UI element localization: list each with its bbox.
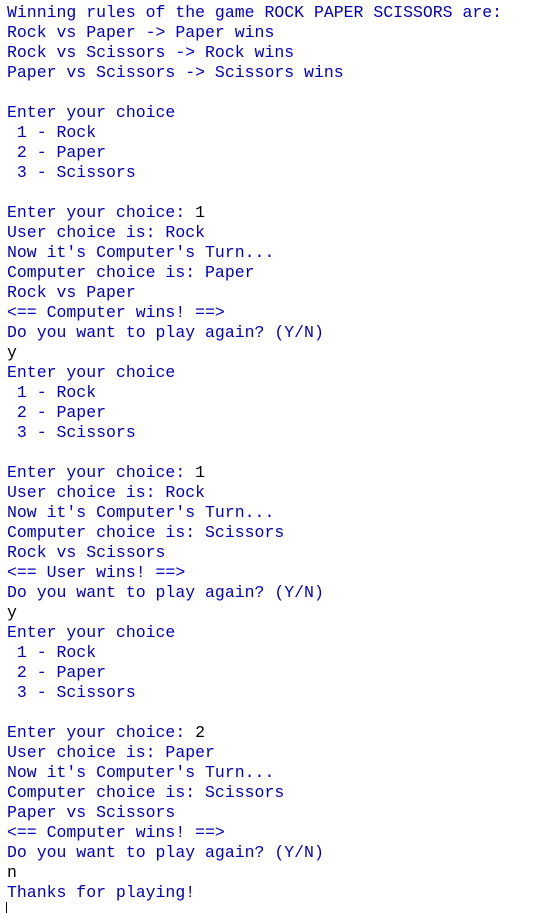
- console-line: Computer choice is: Scissors: [7, 783, 285, 802]
- console-line: Do you want to play again? (Y/N): [7, 323, 324, 342]
- console-line: <== Computer wins! ==>: [7, 823, 225, 842]
- console-line: Now it's Computer's Turn...: [7, 763, 275, 782]
- prompt-text: Enter your choice:: [7, 723, 196, 742]
- console-line: 3 - Scissors: [7, 423, 136, 442]
- console-line: User choice is: Paper: [7, 743, 215, 762]
- console-line: 3 - Scissors: [7, 163, 136, 182]
- console-line: Rock vs Scissors -> Rock wins: [7, 43, 295, 62]
- console-line: Enter your choice: 2: [7, 723, 554, 743]
- console-line: 1 - Rock: [7, 383, 97, 402]
- console-line: 2 - Paper: [7, 663, 107, 682]
- console-line: Enter your choice: 1: [7, 463, 554, 483]
- console-line: Rock vs Paper: [7, 283, 136, 302]
- console-line: Now it's Computer's Turn...: [7, 243, 275, 262]
- console-line: Paper vs Scissors: [7, 803, 176, 822]
- user-input-line: n: [7, 863, 17, 882]
- prompt-text: Enter your choice:: [7, 203, 196, 222]
- console-line: <== Computer wins! ==>: [7, 303, 225, 322]
- console-line: Paper vs Scissors -> Scissors wins: [7, 63, 344, 82]
- user-input-line: y: [7, 603, 17, 622]
- console-line: Enter your choice: [7, 623, 176, 642]
- console-line: 1 - Rock: [7, 123, 97, 142]
- console-line: 1 - Rock: [7, 643, 97, 662]
- user-input-line: y: [7, 343, 17, 362]
- console-line: Rock vs Scissors: [7, 543, 166, 562]
- console-line: Enter your choice: 1: [7, 203, 554, 223]
- user-input-text: 2: [195, 723, 206, 742]
- console-line: Thanks for playing!: [7, 883, 196, 902]
- console-line: Now it's Computer's Turn...: [7, 503, 275, 522]
- console-line: User choice is: Rock: [7, 223, 206, 242]
- text-cursor: [6, 902, 7, 913]
- console-line: Do you want to play again? (Y/N): [7, 583, 324, 602]
- console-line: <== User wins! ==>: [7, 563, 186, 582]
- console-line: Winning rules of the game ROCK PAPER SCI…: [7, 3, 503, 22]
- user-input-text: 1: [195, 463, 206, 482]
- console-line: Do you want to play again? (Y/N): [7, 843, 324, 862]
- console-line: Computer choice is: Paper: [7, 263, 255, 282]
- console-line: 3 - Scissors: [7, 683, 136, 702]
- console-line: Rock vs Paper -> Paper wins: [7, 23, 275, 42]
- console-line: 2 - Paper: [7, 143, 107, 162]
- console-line: Computer choice is: Scissors: [7, 523, 285, 542]
- console-line: User choice is: Rock: [7, 483, 206, 502]
- console-line: Enter your choice: [7, 103, 176, 122]
- console-line: 2 - Paper: [7, 403, 107, 422]
- console-output[interactable]: Winning rules of the game ROCK PAPER SCI…: [0, 0, 554, 913]
- prompt-text: Enter your choice:: [7, 463, 196, 482]
- console-line: Enter your choice: [7, 363, 176, 382]
- user-input-text: 1: [195, 203, 206, 222]
